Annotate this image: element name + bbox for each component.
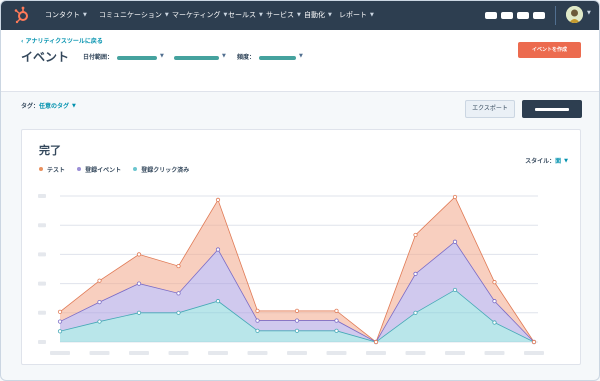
data-point	[176, 263, 181, 269]
chevron-down-icon: ▼	[223, 12, 228, 18]
nav-item-contacts[interactable]: コンタクト ▼	[45, 10, 87, 21]
data-point	[413, 310, 418, 315]
data-point	[413, 232, 418, 238]
data-point	[255, 308, 260, 313]
date-range-label: 日付範囲：	[83, 54, 114, 61]
nav-item-reports[interactable]: レポート ▼	[339, 10, 374, 21]
data-point	[492, 320, 497, 325]
x-tick-label	[405, 351, 426, 355]
nav-divider	[555, 6, 556, 25]
data-point	[57, 319, 63, 324]
x-tick-label	[287, 351, 307, 355]
data-point	[255, 318, 260, 323]
data-point	[97, 299, 102, 305]
x-tick-label	[484, 351, 505, 355]
x-tick-label	[168, 351, 189, 355]
nav-utility-button[interactable]	[485, 12, 497, 19]
data-point	[215, 299, 221, 304]
top-navigation-bar: コンタクト ▼ コミュニケーション ▼ マーケティング ▼ セールス ▼ サービス ▼ 自…	[1, 1, 599, 30]
page-title: イベント	[21, 50, 70, 64]
data-point	[255, 328, 260, 333]
y-tick-label	[38, 223, 46, 228]
x-tick-label	[247, 351, 268, 355]
data-point	[176, 291, 181, 296]
nav-item-marketing[interactable]: マーケティング ▼	[172, 10, 227, 21]
data-point	[294, 328, 300, 333]
chevron-down-icon[interactable]: ▼	[160, 53, 164, 59]
dark-action-button[interactable]	[522, 100, 582, 118]
nav-item-conversations[interactable]: コミュニケーション ▼	[99, 10, 169, 21]
chevron-down-icon[interactable]: ▼	[299, 53, 303, 59]
data-point	[334, 318, 339, 323]
y-tick-label	[38, 310, 46, 315]
frequency-dropdown[interactable]	[259, 56, 296, 60]
x-tick-label	[445, 351, 465, 355]
chevron-down-icon: ▼	[370, 12, 374, 18]
data-point	[531, 339, 537, 345]
nav-utility-button[interactable]	[533, 12, 545, 19]
y-tick-label	[38, 340, 46, 344]
data-point	[334, 328, 339, 333]
data-point	[57, 309, 63, 314]
x-tick-label	[129, 351, 149, 355]
export-button[interactable]: エクスポート	[465, 100, 515, 118]
x-tick-label	[524, 351, 544, 355]
date-range-dropdown[interactable]	[117, 56, 157, 60]
x-tick-label	[89, 351, 110, 355]
data-point	[215, 197, 221, 202]
y-tick-label	[38, 194, 46, 198]
data-point	[452, 287, 458, 293]
data-point	[294, 308, 300, 313]
x-tick-label	[50, 351, 70, 355]
avatar[interactable]	[566, 6, 583, 23]
data-point	[176, 310, 181, 315]
x-tick-label	[366, 351, 386, 355]
y-tick-label	[38, 252, 46, 257]
chevron-down-icon: ▼	[259, 12, 263, 18]
data-point	[57, 329, 63, 334]
data-point	[136, 281, 142, 286]
chevron-down-icon: ▼	[164, 12, 169, 18]
data-point	[452, 239, 458, 244]
x-tick-label	[326, 351, 347, 355]
x-tick-label	[208, 351, 228, 355]
data-point	[334, 308, 339, 313]
stacked-area-chart	[38, 194, 544, 355]
chevron-down-icon: ▼	[328, 12, 332, 18]
data-point	[136, 310, 142, 315]
nav-utility-button[interactable]	[501, 12, 513, 19]
data-point	[136, 252, 142, 257]
data-point	[492, 280, 497, 285]
chart-card: 完了 スタイル：面 ▼ テスト 登録イベント 登録クリック済み	[21, 129, 581, 365]
data-point	[97, 278, 102, 283]
chevron-down-icon: ▼	[297, 12, 301, 18]
chevron-down-icon: ▼	[83, 12, 87, 18]
frequency-label: 頻度：	[237, 54, 256, 61]
chevron-down-icon: ▼	[72, 103, 76, 109]
tag-filter[interactable]: タグ：任意のタグ ▼	[21, 102, 76, 111]
page-header: ‹ アナリティクスツールに戻る イベント 日付範囲： ▼ ▼ 頻度： ▼ イベン…	[1, 30, 599, 92]
data-point	[215, 247, 221, 252]
nav-item-automation[interactable]: 自動化 ▼	[304, 10, 332, 21]
data-point	[294, 318, 300, 323]
create-event-button[interactable]: イベントを作成	[518, 42, 581, 58]
back-to-analytics-link[interactable]: ‹ アナリティクスツールに戻る	[21, 38, 103, 46]
data-point	[413, 271, 418, 276]
app-window: コンタクト ▼ コミュニケーション ▼ マーケティング ▼ セールス ▼ サービス ▼ 自…	[0, 0, 600, 381]
data-point	[452, 194, 458, 200]
user-avatar-icon	[566, 6, 583, 23]
hubspot-sprocket-icon[interactable]	[13, 6, 31, 24]
date-compare-dropdown[interactable]	[174, 56, 219, 60]
data-point	[373, 339, 379, 345]
y-tick-label	[38, 281, 46, 286]
nav-item-sales[interactable]: セールス ▼	[228, 10, 263, 21]
data-point	[492, 299, 497, 304]
nav-item-service[interactable]: サービス ▼	[266, 10, 301, 21]
data-point	[97, 319, 102, 324]
chevron-down-icon[interactable]: ▼	[587, 10, 591, 16]
chevron-down-icon[interactable]: ▼	[222, 53, 226, 59]
nav-utility-button[interactable]	[517, 12, 529, 19]
